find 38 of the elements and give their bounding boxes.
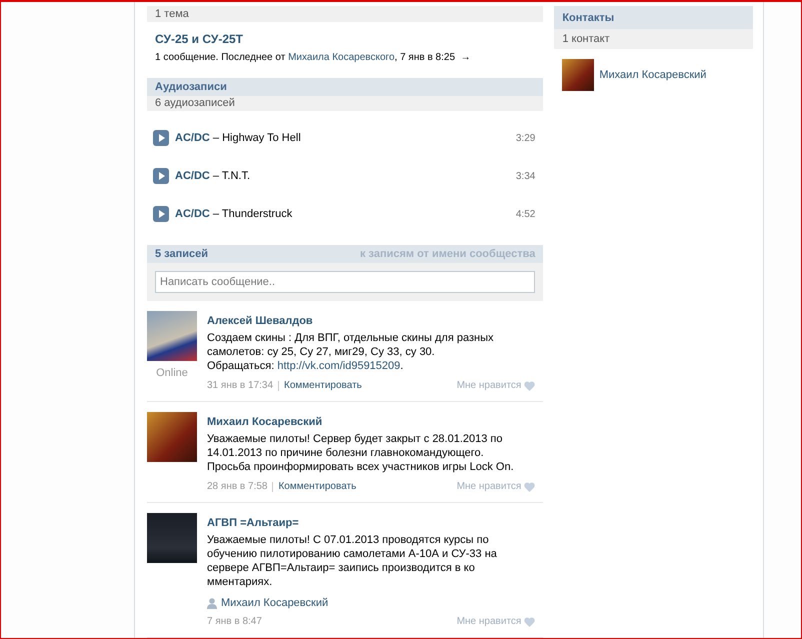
topic-summary: 1 сообщение. Последнее от Михаила Косаревского, 7 янв в 8:25 → [155,52,472,63]
section-title: 5 записей [155,248,208,260]
audio-count: 6 аудиозаписей [147,96,544,112]
play-icon[interactable] [153,206,169,222]
play-icon[interactable] [153,168,169,184]
track-name[interactable]: AC/DC – Thunderstruck [175,208,292,220]
message-input[interactable]: Написать сообщение.. [155,271,536,293]
avatar-photo-placeholder[interactable] [147,311,197,361]
post-author[interactable]: Михаил Косаревский [207,416,536,428]
post-text: Уважаемые пилоты! Сервер будет закрыт с 28.01.2013 по 14.01.2013 по причине болезни главнокомандующего. Просьба проинформировать всех участников игры Lock On. [207,432,515,474]
post-date: 28 янв в 7:58 [207,481,268,492]
post-text: Создаем скины : Для ВПГ, отдельные скины для разных самолетов: су 25, Су 27, миг29, Су 33, су 30. Обращаться: http://vk.com/id95915209. [207,331,494,373]
contact-count: 1 контакт [554,29,753,49]
track-duration: 4:52 [516,208,536,220]
post-author[interactable]: АГВП =Альтаир= [207,517,536,529]
comment-link[interactable]: Комментировать [284,380,362,391]
track-duration: 3:34 [516,170,536,182]
comment-link[interactable]: Комментировать [278,481,356,492]
online-status: Online [156,367,188,379]
topic-count: 1 тема [147,6,544,22]
avatar-photo-placeholder[interactable] [147,412,197,462]
topic-title[interactable]: СУ-25 и СУ-25Т [155,32,536,46]
profile-link[interactable]: http://vk.com/id95915209 [277,360,400,372]
author-link[interactable]: Михаила Косаревского [288,52,395,63]
post-text: Уважаемые пилоты! С 07.01.2013 проводятся курсы по обучению пилотированию самолетами А-10А и СУ-33 на сервере АГВП=Альтаир= заипись производится в ко мментариях. [207,533,498,589]
post-author[interactable]: Алексей Шевалдов [207,315,536,327]
signer-link[interactable]: Михаил Косаревский [221,597,328,609]
section-title: Аудиозаписи [155,80,227,93]
play-icon[interactable] [153,130,169,146]
avatar-photo-placeholder[interactable] [562,59,594,91]
person-icon [207,598,217,608]
track-name[interactable]: AC/DC – T.N.T. [175,170,250,182]
post-date: 31 янв в 17:34 [207,380,274,391]
track-duration: 3:29 [516,132,536,144]
section-title: Контакты [562,12,614,24]
post-date: 7 янв в 8:47 [207,616,262,627]
contact-name[interactable]: Михаил Косаревский [599,69,706,81]
track-name[interactable]: AC/DC – Highway To Hell [175,132,301,144]
